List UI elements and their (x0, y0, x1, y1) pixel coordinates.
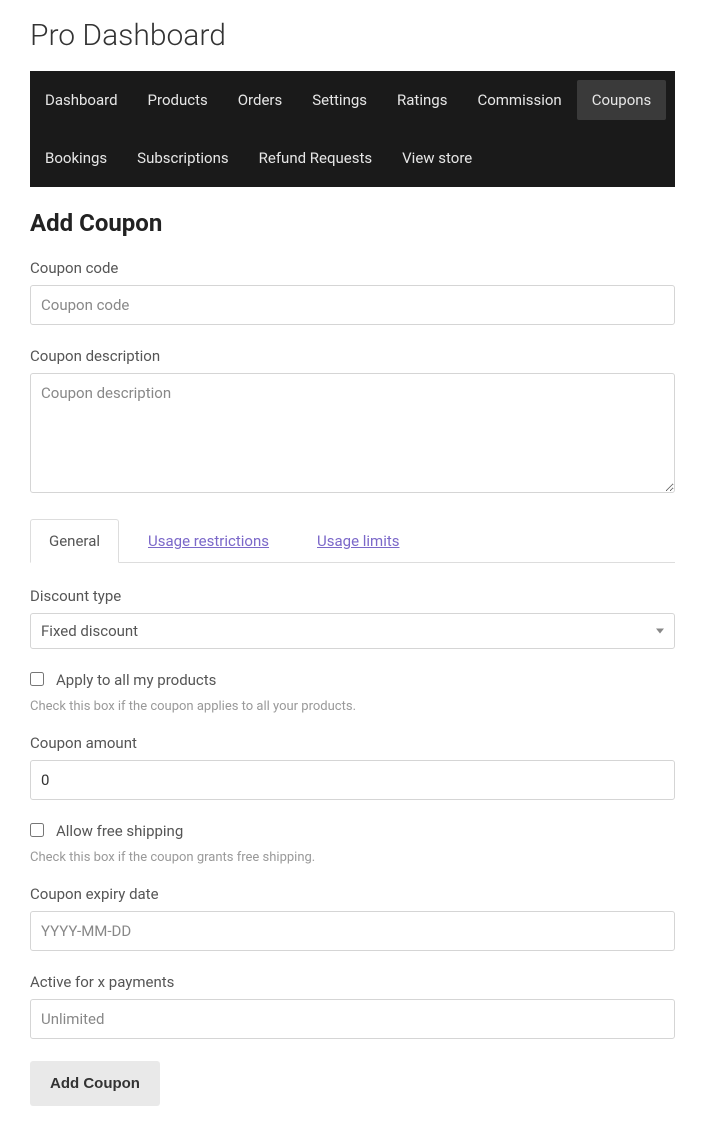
section-title: Add Coupon (30, 209, 675, 237)
nav-item-ratings[interactable]: Ratings (382, 71, 462, 129)
nav-item-subscriptions[interactable]: Subscriptions (122, 129, 243, 187)
nav-item-dashboard[interactable]: Dashboard (30, 71, 133, 129)
tab-usage-restrictions[interactable]: Usage restrictions (129, 519, 288, 563)
free-shipping-checkbox[interactable] (30, 823, 44, 837)
expiry-date-input[interactable] (30, 911, 675, 951)
nav-item-orders[interactable]: Orders (223, 71, 298, 129)
coupon-amount-label: Coupon amount (30, 734, 675, 752)
coupon-code-input[interactable] (30, 285, 675, 325)
field-coupon-description: Coupon description (30, 347, 675, 497)
add-coupon-button[interactable]: Add Coupon (30, 1061, 160, 1106)
field-apply-all: Apply to all my products (30, 671, 675, 689)
nav-item-settings[interactable]: Settings (297, 71, 382, 129)
nav-item-bookings[interactable]: Bookings (30, 129, 122, 187)
active-for-label: Active for x payments (30, 973, 675, 991)
coupon-description-textarea[interactable] (30, 373, 675, 493)
field-free-shipping: Allow free shipping (30, 822, 675, 840)
tab-general[interactable]: General (30, 519, 119, 563)
apply-all-checkbox[interactable] (30, 672, 44, 686)
free-shipping-help: Check this box if the coupon grants free… (30, 850, 675, 865)
discount-type-select[interactable]: Fixed discount (30, 613, 675, 649)
discount-type-value: Fixed discount (41, 622, 138, 640)
page-title: Pro Dashboard (30, 18, 675, 53)
nav-item-commission[interactable]: Commission (462, 71, 576, 129)
main-nav: Dashboard Products Orders Settings Ratin… (30, 71, 675, 187)
free-shipping-label: Allow free shipping (56, 822, 183, 840)
field-coupon-code: Coupon code (30, 259, 675, 325)
coupon-description-label: Coupon description (30, 347, 675, 365)
field-active-for: Active for x payments (30, 973, 675, 1039)
field-expiry-date: Coupon expiry date (30, 885, 675, 951)
chevron-down-icon (656, 629, 664, 634)
apply-all-label: Apply to all my products (56, 671, 216, 689)
active-for-input[interactable] (30, 999, 675, 1039)
coupon-tabs: General Usage restrictions Usage limits (30, 519, 675, 563)
field-discount-type: Discount type Fixed discount (30, 587, 675, 649)
nav-item-products[interactable]: Products (133, 71, 223, 129)
nav-item-view-store[interactable]: View store (387, 129, 487, 187)
coupon-amount-input[interactable] (30, 760, 675, 800)
nav-item-refund-requests[interactable]: Refund Requests (244, 129, 387, 187)
field-coupon-amount: Coupon amount (30, 734, 675, 800)
discount-type-label: Discount type (30, 587, 675, 605)
expiry-date-label: Coupon expiry date (30, 885, 675, 903)
coupon-code-label: Coupon code (30, 259, 675, 277)
apply-all-help: Check this box if the coupon applies to … (30, 699, 675, 714)
nav-item-coupons[interactable]: Coupons (577, 80, 667, 120)
tab-usage-limits[interactable]: Usage limits (298, 519, 418, 563)
